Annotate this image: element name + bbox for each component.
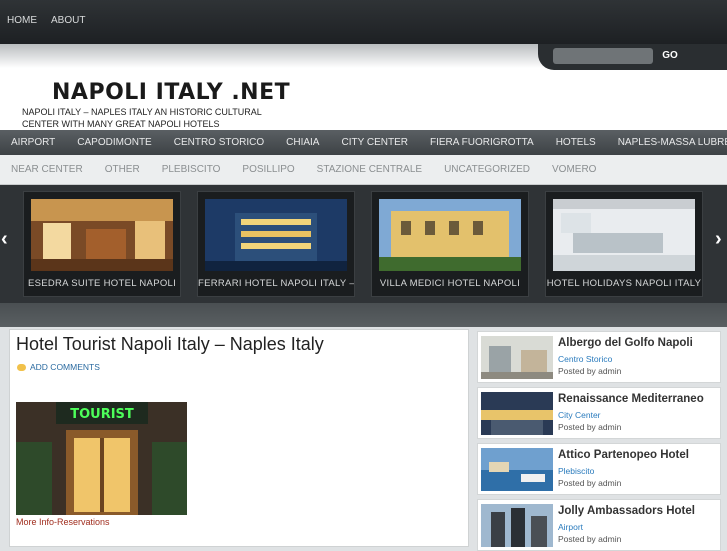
top-bar: HOME ABOUT [0,0,727,44]
sidebar-post-category[interactable]: City Center [558,410,601,420]
sidebar-thumb[interactable] [481,392,553,435]
site-tagline: NAPOLI ITALY – NAPLES ITALY AN HISTORIC … [22,107,262,129]
slider-base [0,303,727,327]
sidebar-post[interactable]: Renaissance Mediterraneo City Center Pos… [477,387,721,439]
more-info-link[interactable]: More Info-Reservations [16,517,110,527]
category-posillipo[interactable]: POSILLIPO [231,155,305,184]
sidebar-post[interactable]: Jolly Ambassadors Hotel Airport Posted b… [477,499,721,551]
category-naples-massa-lubrens[interactable]: NAPLES-MASSA LUBRENS [607,130,727,155]
category-other[interactable]: OTHER [94,155,151,184]
add-comments-link[interactable]: ADD COMMENTS [17,362,100,372]
category-nav-primary: AIRPORT CAPODIMONTE CENTRO STORICO CHIAI… [0,130,727,155]
sidebar-post-title[interactable]: Albergo del Golfo Napoli [558,337,693,349]
sidebar-post-author: Posted by admin [558,478,622,488]
search-input[interactable] [553,48,653,64]
sidebar-post-author: Posted by admin [558,534,622,544]
go-button[interactable]: GO [657,48,683,64]
category-uncategorized[interactable]: UNCATEGORIZED [433,155,541,184]
sidebar-post-author: Posted by admin [558,422,622,432]
slider-next-arrow-icon[interactable]: › [715,228,722,251]
sidebar-post[interactable]: Albergo del Golfo Napoli Centro Storico … [477,331,721,383]
slide-image[interactable] [379,199,521,271]
category-near-center[interactable]: NEAR CENTER [0,155,94,184]
sidebar-thumb[interactable] [481,448,553,491]
category-fiera-fuorigrotta[interactable]: FIERA FUORIGROTTA [419,130,545,155]
category-hotels[interactable]: HOTELS [545,130,607,155]
sidebar-post-title[interactable]: Jolly Ambassadors Hotel [558,505,695,517]
slide-holidays[interactable]: HOTEL HOLIDAYS NAPOLI ITALY [545,191,703,297]
category-vomero[interactable]: VOMERO [541,155,607,184]
sidebar-post-category[interactable]: Airport [558,522,583,532]
slide-caption[interactable]: FERRARI HOTEL NAPOLI ITALY – [198,278,354,289]
sidebar-post-category[interactable]: Plebiscito [558,466,594,476]
site-title[interactable]: NAPOLI ITALY .NET [52,80,290,105]
sidebar-post-title[interactable]: Renaissance Mediterraneo [558,393,704,405]
slide-caption[interactable]: HOTEL HOLIDAYS NAPOLI ITALY [546,278,702,289]
category-stazione-centrale[interactable]: STAZIONE CENTRALE [306,155,433,184]
slide-esedra[interactable]: ESEDRA SUITE HOTEL NAPOLI [23,191,181,297]
add-comments-label[interactable]: ADD COMMENTS [30,362,100,372]
sidebar-thumb[interactable] [481,336,553,379]
top-nav: HOME ABOUT [0,0,92,44]
nav-about[interactable]: ABOUT [44,0,92,44]
hotel-sign: TOURIST [70,407,134,422]
hotel-entrance-image: TOURIST [16,402,187,515]
post-title[interactable]: Hotel Tourist Napoli Italy – Naples Ital… [16,334,324,355]
category-city-center[interactable]: CITY CENTER [330,130,419,155]
sidebar-post-title[interactable]: Attico Partenopeo Hotel [558,449,689,461]
slide-caption[interactable]: ESEDRA SUITE HOTEL NAPOLI [24,278,180,289]
post-image[interactable]: TOURIST [16,402,187,515]
slide-ferrari[interactable]: FERRARI HOTEL NAPOLI ITALY – [197,191,355,297]
category-plebiscito[interactable]: PLEBISCITO [151,155,232,184]
slide-villa-medici[interactable]: VILLA MEDICI HOTEL NAPOLI [371,191,529,297]
category-centro-storico[interactable]: CENTRO STORICO [163,130,275,155]
category-airport[interactable]: AIRPORT [0,130,66,155]
comment-icon [17,363,26,371]
slide-image[interactable] [553,199,695,271]
slide-image[interactable] [205,199,347,271]
category-nav-secondary: NEAR CENTER OTHER PLEBISCITO POSILLIPO S… [0,155,727,185]
sidebar-thumb[interactable] [481,504,553,547]
category-chiaia[interactable]: CHIAIA [275,130,330,155]
slide-image[interactable] [31,199,173,271]
category-capodimonte[interactable]: CAPODIMONTE [66,130,162,155]
slider-prev-arrow-icon[interactable]: ‹ [1,228,8,251]
nav-home[interactable]: HOME [0,0,44,44]
slide-caption[interactable]: VILLA MEDICI HOTEL NAPOLI [372,278,528,289]
sidebar-post[interactable]: Attico Partenopeo Hotel Plebiscito Poste… [477,443,721,495]
sidebar-post-category[interactable]: Centro Storico [558,354,612,364]
sidebar-post-author: Posted by admin [558,366,622,376]
